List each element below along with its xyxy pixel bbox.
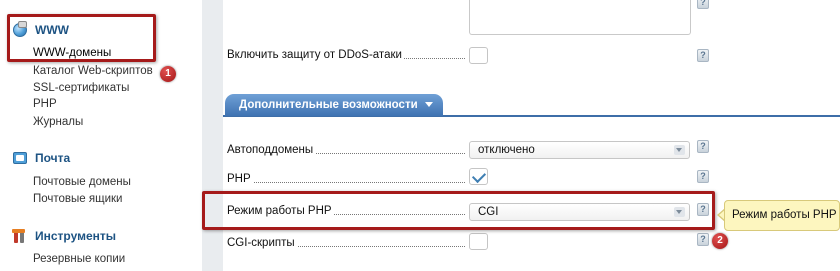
- dropdown-arrow-icon: [674, 145, 685, 155]
- annotation-badge-2: 2: [712, 233, 728, 249]
- autosubdomains-label: Автоподдомены: [227, 144, 465, 156]
- cgi-label: CGI-скрипты: [227, 237, 465, 249]
- chevron-down-icon: [424, 102, 433, 108]
- tools-icon: [12, 228, 28, 244]
- sidebar-item-ssl[interactable]: SSL-сертификаты: [33, 82, 129, 94]
- sidebar-section-tools[interactable]: Инструменты: [12, 228, 116, 244]
- sidebar-section-mail[interactable]: Почта: [12, 150, 70, 166]
- sidebar-section-title: Инструменты: [35, 229, 117, 243]
- tab-additional-options[interactable]: Дополнительные возможности: [225, 94, 443, 116]
- textarea-field[interactable]: [469, 0, 691, 35]
- mail-icon: [12, 150, 28, 166]
- sidebar-section-title: Почта: [35, 151, 71, 165]
- ddos-checkbox[interactable]: [469, 47, 488, 64]
- annotation-highlight-www-domains: [7, 14, 156, 62]
- help-icon[interactable]: ?: [697, 49, 709, 62]
- sidebar-item-logs[interactable]: Журналы: [33, 116, 83, 128]
- autosubdomains-select[interactable]: отключено: [469, 141, 690, 159]
- php-checkbox[interactable]: [469, 168, 488, 185]
- sidebar-item-mail-domains[interactable]: Почтовые домены: [33, 176, 131, 188]
- help-icon[interactable]: ?: [697, 170, 709, 183]
- sidebar-item-mailboxes[interactable]: Почтовые ящики: [33, 193, 122, 205]
- help-icon[interactable]: ?: [697, 140, 709, 153]
- help-icon[interactable]: ?: [697, 233, 709, 246]
- ddos-label: Включить защиту от DDoS-атаки: [227, 49, 465, 61]
- sidebar-item-php[interactable]: PHP: [33, 98, 57, 110]
- help-tooltip: Режим работы PHP: [724, 200, 840, 231]
- sidebar-item-backups[interactable]: Резервные копии: [33, 253, 125, 265]
- php-label: PHP: [227, 173, 465, 185]
- cgi-checkbox[interactable]: [469, 233, 488, 250]
- help-icon[interactable]: ?: [697, 0, 709, 9]
- sidebar-item-web-scripts[interactable]: Каталог Web-скриптов: [33, 65, 153, 77]
- annotation-badge-1: 1: [160, 66, 176, 82]
